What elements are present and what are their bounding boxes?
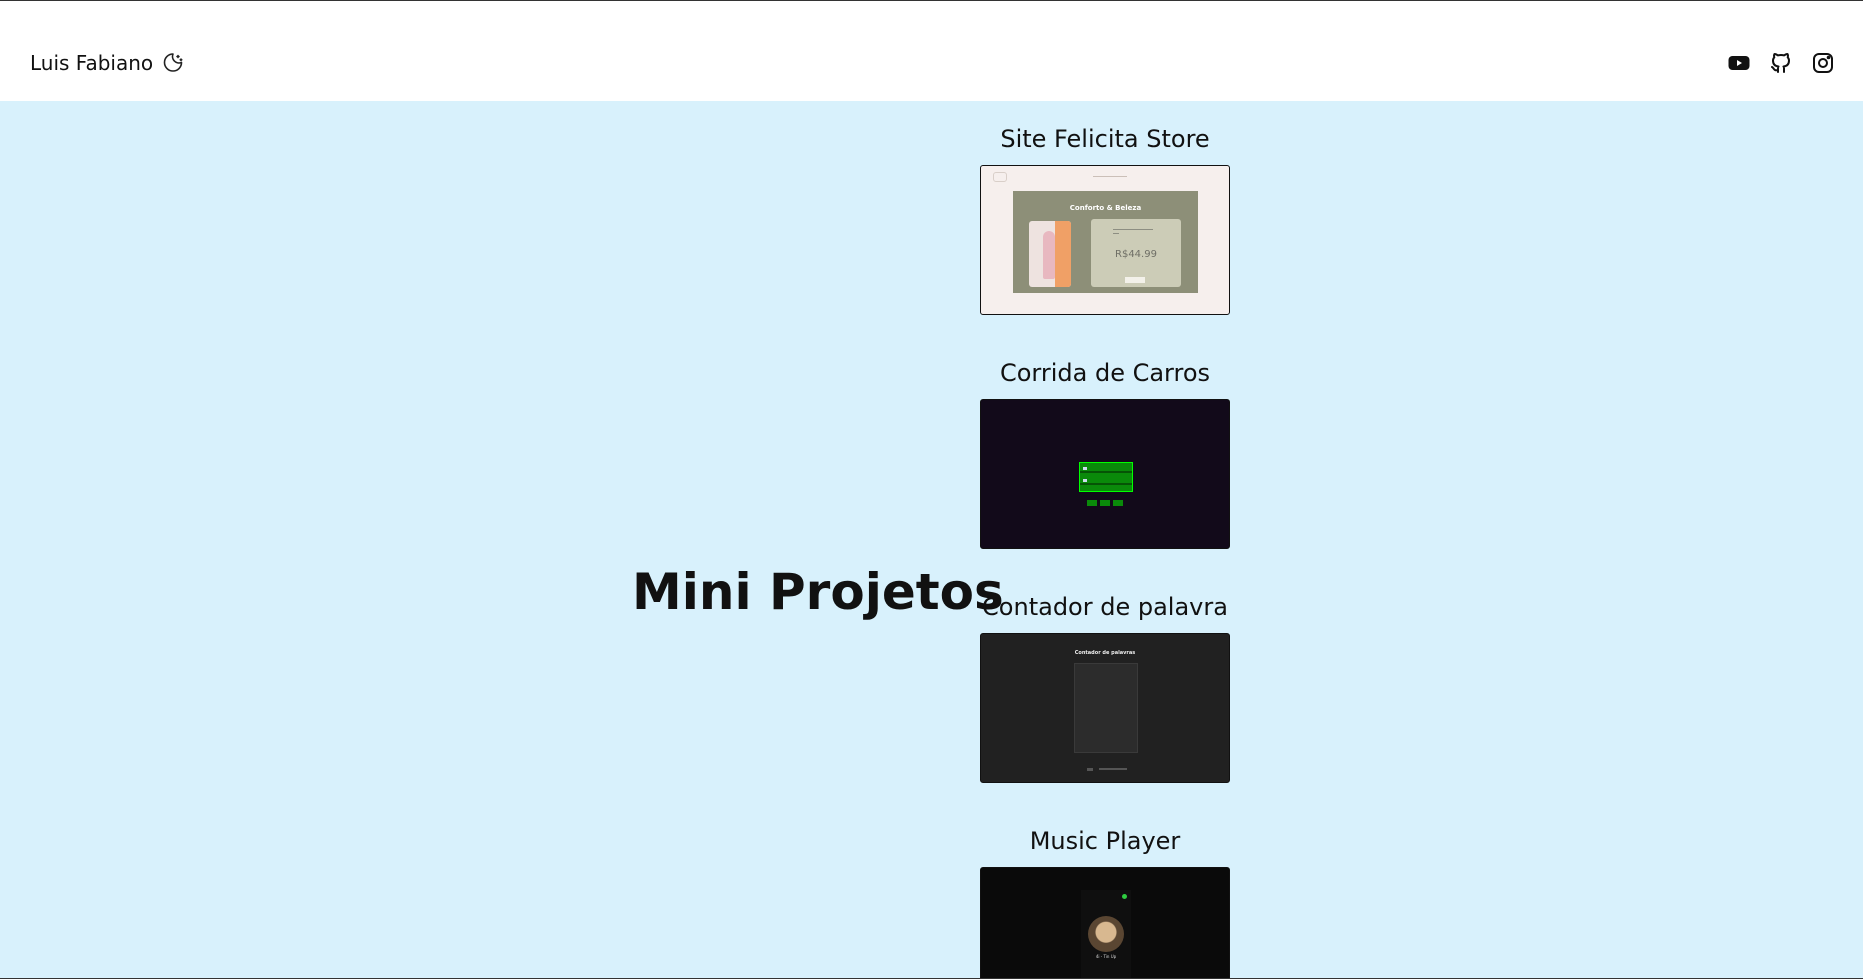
project-title: Music Player — [1029, 827, 1181, 855]
preview-text-line — [1113, 229, 1153, 230]
preview-player: 4i - Tin Up — [1081, 890, 1131, 979]
preview-car — [1083, 467, 1087, 470]
project-thumbnail-contador-de-palavra[interactable]: Contador de palavras — [980, 633, 1230, 783]
preview-heading: Contador de palavras — [1074, 650, 1136, 656]
preview-track-name: 4i - Tin Up — [1095, 954, 1117, 959]
brand[interactable]: Luis Fabiano — [30, 51, 185, 75]
moon-icon[interactable] — [161, 51, 185, 75]
instagram-link[interactable] — [1811, 51, 1835, 75]
preview-control-button — [1100, 500, 1110, 506]
github-link[interactable] — [1769, 51, 1793, 75]
preview-textarea — [1074, 663, 1138, 753]
preview-nav — [981, 172, 1229, 182]
brand-name: Luis Fabiano — [30, 51, 154, 75]
projects-section: Mini Projetos Site Felicita Store Confor… — [0, 101, 1863, 979]
instagram-icon — [1813, 53, 1833, 73]
preview-album-art — [1088, 916, 1124, 952]
preview-hero: Conforto & Beleza R$44.99 — [1013, 191, 1198, 293]
preview-model-figure — [1043, 231, 1055, 279]
preview-price-currency: R$ — [1115, 249, 1129, 260]
preview-race-track — [1079, 462, 1133, 492]
preview-controls — [1087, 500, 1123, 506]
preview-buy-button — [1125, 277, 1145, 283]
preview-control-button — [1113, 500, 1123, 506]
preview-track-lane — [1080, 471, 1132, 473]
preview-hero-title: Conforto & Beleza — [1069, 204, 1142, 212]
preview-product-image — [1029, 221, 1071, 287]
preview-price: R$44.99 — [1115, 249, 1157, 260]
preview-price-value: 44.99 — [1128, 249, 1157, 260]
github-icon — [1771, 53, 1790, 73]
project-card: Contador de palavra Contador de palavras — [980, 587, 1230, 783]
preview-image-accent — [1055, 221, 1071, 287]
preview-car — [1083, 479, 1087, 482]
preview-product-card: R$44.99 — [1091, 219, 1181, 287]
project-thumbnail-music-player[interactable]: 4i - Tin Up — [980, 867, 1230, 979]
project-thumbnail-corrida-de-carros[interactable] — [980, 399, 1230, 549]
preview-track-lane — [1080, 483, 1132, 485]
preview-count-button — [1087, 768, 1093, 771]
preview-logo — [993, 172, 1007, 182]
youtube-icon — [1728, 56, 1750, 70]
project-card: Site Felicita Store Conforto & Beleza R$… — [980, 119, 1230, 315]
project-title: Contador de palavra — [982, 593, 1228, 621]
preview-status-dot — [1122, 894, 1127, 899]
project-title: Site Felicita Store — [1000, 125, 1210, 153]
project-card: Music Player 4i - Tin Up — [980, 821, 1230, 979]
preview-menu — [1093, 176, 1127, 177]
youtube-link[interactable] — [1727, 51, 1751, 75]
preview-text-line — [1113, 233, 1119, 234]
project-title: Corrida de Carros — [999, 359, 1211, 387]
preview-control-button — [1087, 500, 1097, 506]
project-thumbnail-felicita-store[interactable]: Conforto & Beleza R$44.99 — [980, 165, 1230, 315]
section-title: Mini Projetos — [632, 563, 1004, 621]
preview-count-text — [1099, 768, 1127, 770]
site-header: Luis Fabiano — [0, 1, 1863, 101]
project-card: Corrida de Carros — [980, 353, 1230, 549]
social-links — [1727, 51, 1835, 75]
